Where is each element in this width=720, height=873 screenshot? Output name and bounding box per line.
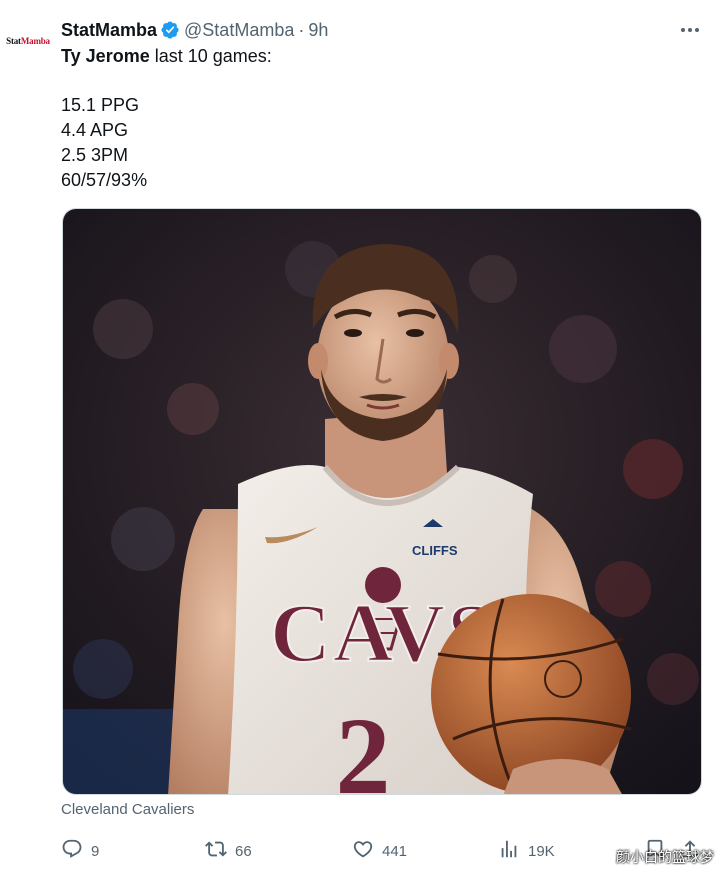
tweet-timestamp[interactable]: 9h	[308, 20, 328, 41]
stat-line: 2.5 3PM	[61, 145, 129, 165]
retweet-button[interactable]: 66	[205, 838, 252, 864]
avatar-logo: StatMamba	[6, 36, 50, 46]
retweet-count: 66	[235, 842, 252, 860]
stat-line: 4.4 APG	[61, 120, 129, 140]
reply-count: 9	[91, 842, 100, 860]
watermark: 颜小白的篮球梦	[616, 849, 714, 865]
retweet-icon	[205, 838, 235, 864]
tweet-header: StatMamba @StatMamba · 9h	[61, 17, 660, 43]
player-photo: CLIFFS CAVS 2	[63, 209, 701, 795]
jersey-number: 2	[336, 695, 391, 795]
sponsor-text: CLIFFS	[412, 543, 458, 558]
heart-icon	[352, 838, 382, 864]
display-name[interactable]: StatMamba	[61, 20, 157, 41]
tweet: StatMamba StatMamba @StatMamba · 9h Ty J…	[0, 0, 720, 873]
stat-line: 15.1 PPG	[61, 95, 140, 115]
like-button[interactable]: 441	[352, 838, 407, 864]
analytics-icon	[498, 838, 528, 864]
view-count: 19K	[528, 842, 555, 860]
tweet-intro-line: Ty Jerome last 10 games:	[61, 44, 272, 69]
author-handle[interactable]: @StatMamba	[184, 20, 294, 41]
verified-badge-icon	[160, 20, 180, 40]
avatar[interactable]: StatMamba	[4, 26, 52, 56]
intro-rest: last 10 games:	[149, 46, 272, 66]
photo-caption[interactable]: Cleveland Cavaliers	[61, 801, 194, 818]
reply-icon	[61, 838, 91, 864]
stat-line: 60/57/93%	[61, 170, 148, 190]
tweet-photo[interactable]: CLIFFS CAVS 2	[62, 208, 702, 795]
separator-dot: ·	[298, 19, 305, 40]
more-options-icon[interactable]	[678, 20, 702, 40]
reply-button[interactable]: 9	[61, 838, 99, 864]
player-name: Ty Jerome	[61, 46, 150, 66]
tweet-text: Ty Jerome last 10 games: 15.1 PPG 4.4 AP…	[61, 44, 272, 193]
like-count: 441	[382, 842, 408, 860]
tweet-actions: 9 66 441 19K	[61, 834, 711, 866]
views-button[interactable]: 19K	[498, 838, 555, 864]
